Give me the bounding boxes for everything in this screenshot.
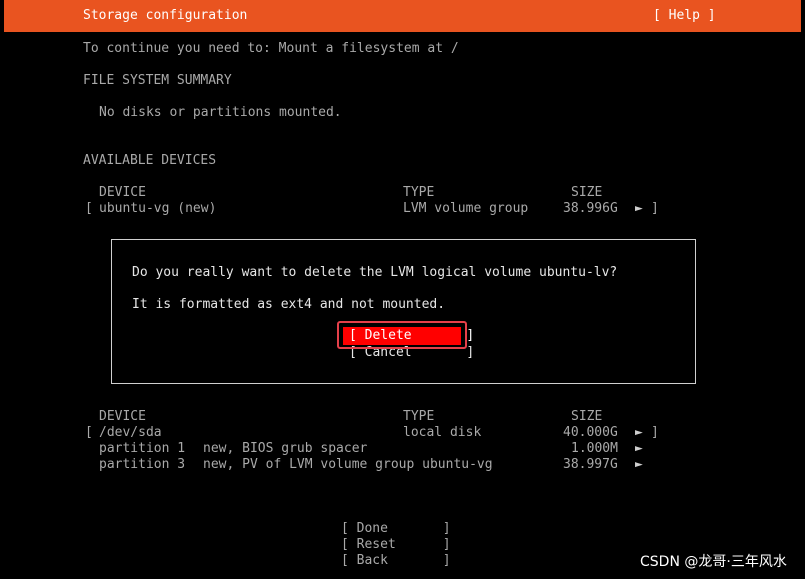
header-bar: Storage configuration [ Help ] [4, 0, 801, 32]
back-button[interactable]: [ Back ] [341, 553, 451, 569]
disk-name: /dev/sda [99, 425, 162, 440]
vg-expand-arrow-icon[interactable]: ► [635, 201, 643, 217]
delete-highlight-outline [337, 321, 467, 349]
disk-size: 40.000G [563, 425, 618, 440]
partition-arrow-icon[interactable]: ► [635, 457, 643, 473]
partition-desc: new, PV of LVM volume group ubuntu-vg [203, 457, 493, 472]
vg-name: ubuntu-vg (new) [99, 201, 217, 216]
done-button[interactable]: [ Done ] [341, 521, 451, 537]
help-button[interactable]: [ Help ] [653, 8, 716, 24]
vg-type: LVM volume group [403, 201, 529, 216]
vg-size: 38.996G [563, 201, 618, 216]
available-devices-heading: AVAILABLE DEVICES [83, 153, 217, 168]
row-bracket-open: [ [85, 201, 93, 216]
partition-arrow-icon[interactable]: ► [635, 441, 643, 457]
fs-summary-empty: No disks or partitions mounted. [99, 105, 342, 120]
dialog-info: It is formatted as ext4 and not mounted. [132, 297, 446, 312]
used-col-size-header: SIZE [571, 409, 603, 424]
col-type-header: TYPE [403, 185, 435, 200]
partition-name: partition 1 [99, 441, 186, 456]
reset-button[interactable]: [ Reset ] [341, 537, 451, 553]
col-size-header: SIZE [571, 185, 603, 200]
partition-size: 1.000M [571, 441, 618, 456]
instruction-text: To continue you need to: Mount a filesys… [83, 41, 459, 56]
partition-size: 38.997G [563, 457, 618, 472]
dialog-question: Do you really want to delete the LVM log… [132, 265, 618, 280]
watermark: CSDN @龙哥·三年风水 [640, 554, 787, 570]
page-title: Storage configuration [83, 8, 248, 23]
col-device-header: DEVICE [99, 185, 146, 200]
partition-name: partition 3 [99, 457, 186, 472]
row-bracket-open: [ [85, 425, 93, 440]
delete-confirm-dialog: Do you really want to delete the LVM log… [111, 239, 696, 384]
row-bracket-close: ] [651, 425, 659, 440]
row-bracket-close: ] [651, 201, 659, 216]
partition-desc: new, BIOS grub spacer [203, 441, 368, 456]
disk-expand-arrow-icon[interactable]: ► [635, 425, 643, 441]
used-col-type-header: TYPE [403, 409, 435, 424]
used-col-device-header: DEVICE [99, 409, 146, 424]
disk-type: local disk [403, 425, 482, 440]
fs-summary-heading: FILE SYSTEM SUMMARY [83, 73, 232, 88]
